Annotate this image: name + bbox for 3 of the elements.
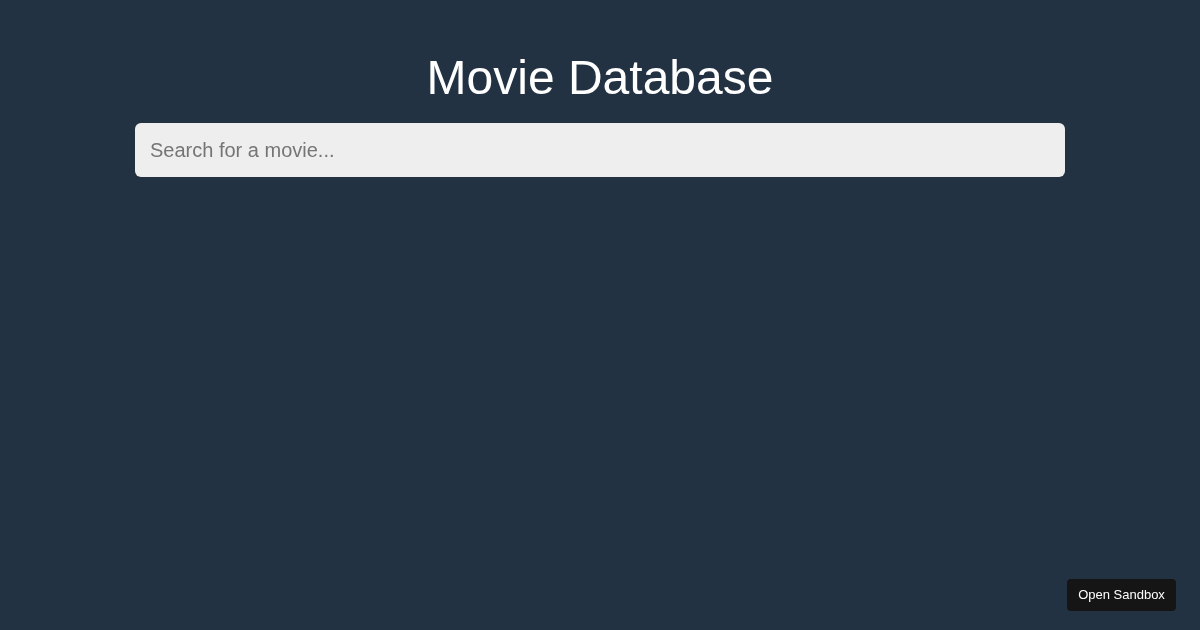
page-title: Movie Database (426, 50, 774, 106)
search-field[interactable]: Search for a movie... (135, 123, 1065, 177)
open-sandbox-button[interactable]: Open Sandbox (1067, 579, 1176, 611)
